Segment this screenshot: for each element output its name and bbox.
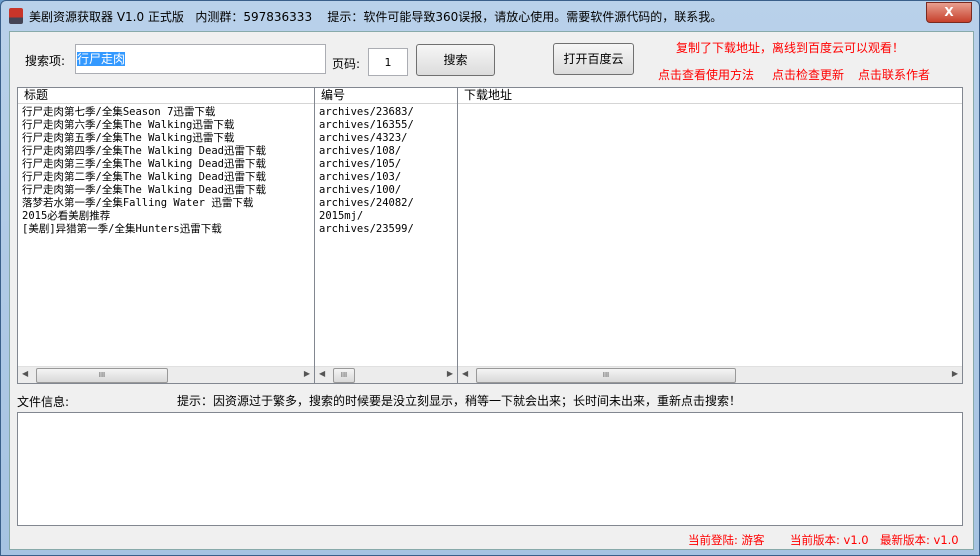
list-item-title[interactable]: 行尸走肉第五季/全集The Walking迅雷下载	[22, 132, 310, 145]
file-info-textarea[interactable]	[17, 412, 963, 526]
page-label: 页码:	[332, 57, 361, 71]
list-item-title[interactable]: [美剧]异猎第一季/全集Hunters迅雷下载	[22, 223, 310, 236]
title-rows: 行尸走肉第七季/全集Season 7迅雷下载 行尸走肉第六季/全集The Walk…	[18, 104, 314, 238]
list-item-id[interactable]: archives/103/	[319, 171, 453, 184]
contact-author-link[interactable]: 点击联系作者	[858, 66, 930, 83]
list-item-title[interactable]: 行尸走肉第四季/全集The Walking Dead迅雷下载	[22, 145, 310, 158]
title-list-scrollbar[interactable]: ◀ III ▶	[18, 366, 314, 383]
list-item-title[interactable]: 2015必看美剧推荐	[22, 210, 310, 223]
window-title: 美剧资源获取器 V1.0 正式版 内测群：597836333 提示：软件可能导致…	[29, 10, 723, 24]
list-item-title[interactable]: 行尸走肉第一季/全集The Walking Dead迅雷下载	[22, 184, 310, 197]
list-item-title[interactable]: 行尸走肉第六季/全集The Walking迅雷下载	[22, 119, 310, 132]
search-selection: 行尸走肉	[77, 52, 126, 66]
search-button[interactable]: 搜索	[416, 44, 495, 76]
list-item-id[interactable]: archives/105/	[319, 158, 453, 171]
scroll-left-icon[interactable]: ◀	[319, 369, 325, 378]
url-list-scrollbar[interactable]: ◀ III ▶	[458, 366, 962, 383]
close-button[interactable]: X	[926, 2, 972, 23]
scroll-right-icon[interactable]: ▶	[952, 369, 958, 378]
list-item-id[interactable]: archives/108/	[319, 145, 453, 158]
column-header-id[interactable]: 编号	[315, 88, 457, 104]
scroll-right-icon[interactable]: ▶	[304, 369, 310, 378]
column-header-title[interactable]: 标题	[18, 88, 314, 104]
file-info-label: 文件信息:	[17, 395, 70, 409]
list-item-id[interactable]: archives/23683/	[319, 106, 453, 119]
scroll-left-icon[interactable]: ◀	[462, 369, 468, 378]
download-url-list[interactable]: 下载地址 ◀ III ▶	[457, 87, 963, 384]
current-version: 当前版本: v1.0	[790, 533, 869, 547]
id-list[interactable]: 编号 archives/23683/archives/16355/archive…	[314, 87, 458, 384]
list-item-title[interactable]: 行尸走肉第二季/全集The Walking Dead迅雷下载	[22, 171, 310, 184]
id-rows: archives/23683/archives/16355/archives/4…	[315, 104, 457, 238]
app-window: 美剧资源获取器 V1.0 正式版 内测群：597836333 提示：软件可能导致…	[0, 0, 980, 556]
notice-text: 复制了下载地址，离线到百度云可以观看！	[676, 41, 905, 55]
list-item-id[interactable]: archives/100/	[319, 184, 453, 197]
scroll-right-icon[interactable]: ▶	[447, 369, 453, 378]
search-label: 搜索项:	[25, 54, 66, 68]
list-item-id[interactable]: 2015mj/	[319, 210, 453, 223]
open-baidu-cloud-button[interactable]: 打开百度云	[553, 43, 634, 75]
list-item-title[interactable]: 行尸走肉第七季/全集Season 7迅雷下载	[22, 106, 310, 119]
list-item-id[interactable]: archives/4323/	[319, 132, 453, 145]
client-area: 搜索项: 行尸走肉 页码: 搜索 打开百度云 复制了下载地址，离线到百度云可以观…	[9, 31, 974, 550]
scroll-left-icon[interactable]: ◀	[22, 369, 28, 378]
latest-version: 最新版本: v1.0	[880, 533, 959, 547]
app-icon	[9, 8, 23, 24]
check-update-link[interactable]: 点击检查更新	[772, 66, 844, 83]
list-item-id[interactable]: archives/16355/	[319, 119, 453, 132]
page-input[interactable]	[368, 48, 408, 76]
title-list[interactable]: 标题 行尸走肉第七季/全集Season 7迅雷下载 行尸走肉第六季/全集The W…	[17, 87, 315, 384]
list-item-title[interactable]: 落梦若水第一季/全集Falling Water 迅雷下载	[22, 197, 310, 210]
list-item-title[interactable]: 行尸走肉第三季/全集The Walking Dead迅雷下载	[22, 158, 310, 171]
id-list-scrollbar[interactable]: ◀ III ▶	[315, 366, 457, 383]
list-item-id[interactable]: archives/23599/	[319, 223, 453, 236]
tip-text: 提示：因资源过于繁多，搜索的时候要是没立刻显示，稍等一下就会出来；长时间未出来，…	[177, 394, 742, 408]
usage-link[interactable]: 点击查看使用方法	[658, 66, 754, 83]
login-status: 当前登陆: 游客	[688, 533, 765, 547]
column-header-download-url[interactable]: 下载地址	[458, 88, 962, 104]
list-item-id[interactable]: archives/24082/	[319, 197, 453, 210]
